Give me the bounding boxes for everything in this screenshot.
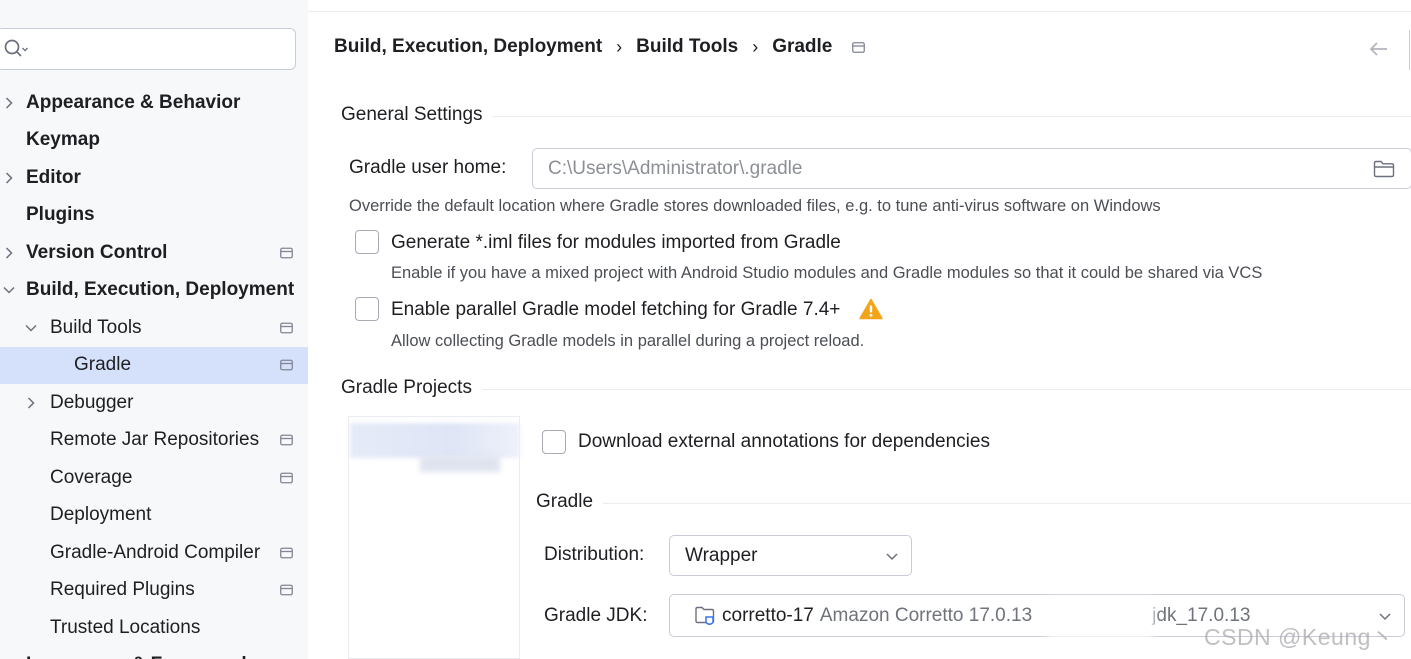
annotations-label[interactable]: Download external annotations for depend… xyxy=(578,431,990,453)
iml-checkbox[interactable] xyxy=(355,230,379,254)
section-title-general: General Settings xyxy=(341,104,483,125)
sidebar-item-label: Debugger xyxy=(50,391,134,413)
sidebar-item[interactable]: Coverage xyxy=(0,459,308,497)
jdk-label: Gradle JDK: xyxy=(544,605,648,626)
chevron-right-icon[interactable] xyxy=(2,96,16,110)
sidebar-item-label: Deployment xyxy=(50,504,152,526)
chevron-right-icon[interactable] xyxy=(2,171,16,185)
sidebar-item[interactable]: Editor xyxy=(0,159,308,197)
chevron-right-icon[interactable] xyxy=(24,396,38,410)
sidebar-item[interactable]: Gradle xyxy=(0,346,308,384)
breadcrumb-item: Gradle xyxy=(772,36,833,57)
sidebar-item-label: Appearance & Behavior xyxy=(26,91,241,113)
watermark: CSDN @Keung丶 xyxy=(1204,624,1395,650)
search-input[interactable] xyxy=(0,28,296,70)
sidebar-item[interactable]: Appearance & Behavior xyxy=(0,84,308,122)
sidebar-item-label: Gradle-Android Compiler xyxy=(50,541,261,563)
sidebar-item-label: Keymap xyxy=(26,129,100,151)
jdk-description: Amazon Corretto 17.0.13 xyxy=(819,604,1033,626)
section-title-projects: Gradle Projects xyxy=(341,377,472,398)
search-icon xyxy=(4,39,28,57)
settings-sidebar: Appearance & Behavior Keymap Editor Plugins… xyxy=(0,0,308,659)
parallel-hint: Allow collecting Gradle models in parall… xyxy=(391,332,865,350)
warning-icon xyxy=(859,298,883,320)
top-divider xyxy=(308,11,1411,12)
chevron-down-icon[interactable] xyxy=(24,321,38,335)
annotations-checkbox[interactable] xyxy=(542,430,566,454)
sidebar-item[interactable]: Plugins xyxy=(0,197,308,235)
gradle-home-hint: Override the default location where Grad… xyxy=(349,197,1161,215)
sidebar-item-label: Languages & Frameworks xyxy=(26,654,263,659)
redacted-region xyxy=(1046,598,1154,638)
breadcrumb-separator: › xyxy=(616,36,623,57)
iml-label[interactable]: Generate *.iml files for modules importe… xyxy=(391,232,841,254)
sidebar-item[interactable]: Deployment xyxy=(0,497,308,535)
sidebar-item-label: Trusted Locations xyxy=(50,616,201,638)
distribution-value: Wrapper xyxy=(685,544,758,566)
project-level-icon xyxy=(280,322,293,334)
back-arrow-icon[interactable] xyxy=(1368,38,1390,60)
sidebar-item-label: Required Plugins xyxy=(50,579,195,601)
sidebar-item[interactable]: Gradle-Android Compiler xyxy=(0,534,308,572)
chevron-down-icon[interactable] xyxy=(2,283,16,297)
section-divider xyxy=(603,503,1411,504)
iml-hint: Enable if you have a mixed project with … xyxy=(391,264,1263,282)
sidebar-item[interactable]: Version Control xyxy=(0,234,308,272)
project-level-icon xyxy=(280,472,293,484)
breadcrumb-item[interactable]: Build Tools xyxy=(636,36,738,58)
parallel-label[interactable]: Enable parallel Gradle model fetching fo… xyxy=(391,299,840,321)
jdk-folder-icon xyxy=(695,606,715,625)
parallel-checkbox[interactable] xyxy=(355,297,379,321)
chevron-right-icon[interactable] xyxy=(2,246,16,260)
project-level-icon xyxy=(280,434,293,446)
project-list-item-redacted xyxy=(420,456,500,472)
section-divider xyxy=(492,116,1411,117)
settings-tree: Appearance & Behavior Keymap Editor Plugins… xyxy=(0,84,308,659)
gradle-home-label: Gradle user home: xyxy=(349,157,507,178)
sidebar-item[interactable]: Debugger xyxy=(0,384,308,422)
project-list-item[interactable] xyxy=(350,423,520,458)
sidebar-item-label: Coverage xyxy=(50,466,133,488)
folder-icon[interactable] xyxy=(1373,160,1395,178)
section-divider xyxy=(482,389,1411,390)
breadcrumb-item[interactable]: Build, Execution, Deployment xyxy=(334,36,602,58)
project-level-icon xyxy=(280,247,293,259)
distribution-select[interactable]: Wrapper xyxy=(669,535,912,576)
sidebar-item-label: Remote Jar Repositories xyxy=(50,429,260,451)
sidebar-item[interactable]: Build Tools xyxy=(0,309,308,347)
forward-arrow-edge xyxy=(1409,30,1410,70)
gradle-home-field[interactable]: C:\Users\Administrator\.gradle xyxy=(532,148,1411,189)
sidebar-item[interactable]: Build, Execution, Deployment xyxy=(0,272,308,310)
sidebar-item-label: Editor xyxy=(26,166,81,188)
breadcrumb-separator: › xyxy=(752,36,759,57)
project-level-icon xyxy=(280,584,293,596)
sidebar-item[interactable]: Keymap xyxy=(0,122,308,160)
gradle-home-value: C:\Users\Administrator\.gradle xyxy=(548,157,803,179)
sidebar-item[interactable]: Required Plugins xyxy=(0,572,308,610)
sidebar-item-label: Build, Execution, Deployment xyxy=(26,279,295,301)
sidebar-item[interactable]: Remote Jar Repositories xyxy=(0,422,308,460)
jdk-name: corretto-17 xyxy=(722,604,814,626)
sidebar-item[interactable]: Trusted Locations xyxy=(0,609,308,647)
sidebar-item-label: Build Tools xyxy=(50,316,142,338)
distribution-label: Distribution: xyxy=(544,544,645,565)
project-level-icon xyxy=(852,41,866,53)
project-level-icon xyxy=(280,359,293,371)
sidebar-item-label: Plugins xyxy=(26,204,95,226)
section-title-gradle: Gradle xyxy=(536,491,594,512)
sidebar-item[interactable]: Languages & Frameworks xyxy=(0,647,308,659)
project-level-icon xyxy=(280,547,293,559)
sidebar-item-label: Gradle xyxy=(74,354,132,376)
chevron-down-icon xyxy=(886,552,898,560)
breadcrumb: Build, Execution, Deployment › Build Too… xyxy=(334,34,866,60)
sidebar-item-label: Version Control xyxy=(26,241,168,263)
